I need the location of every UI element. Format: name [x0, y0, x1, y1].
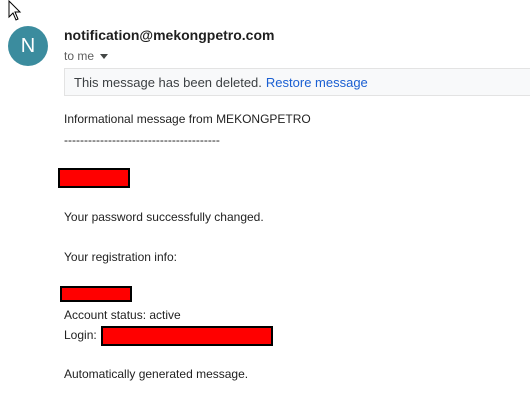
chevron-down-icon[interactable]	[100, 54, 109, 59]
recipient-label: to me	[64, 49, 95, 63]
body-password-changed: Your password successfully changed.	[64, 210, 264, 224]
deleted-message-banner: This message has been deleted. Restore me…	[64, 68, 530, 96]
recipient-details[interactable]: to me	[64, 49, 109, 63]
body-separator: ---------------------------------------	[64, 133, 220, 147]
body-account-status: Account status: active	[64, 308, 181, 322]
redacted-block	[101, 326, 273, 346]
body-intro: Informational message from MEKONGPETRO	[64, 112, 311, 126]
body-auto-generated: Automatically generated message.	[64, 367, 249, 381]
sender-email[interactable]: notification@mekongpetro.com	[64, 27, 274, 43]
redacted-block	[60, 286, 132, 302]
body-registration-info: Your registration info:	[64, 250, 177, 264]
mouse-pointer-icon	[8, 0, 24, 22]
restore-message-link[interactable]: Restore message	[266, 75, 368, 90]
sender-avatar: N	[8, 26, 48, 66]
avatar-letter: N	[20, 34, 36, 57]
deleted-notice: This message has been deleted.	[74, 75, 262, 90]
redacted-block	[58, 168, 130, 188]
body-login-label: Login:	[64, 328, 97, 342]
